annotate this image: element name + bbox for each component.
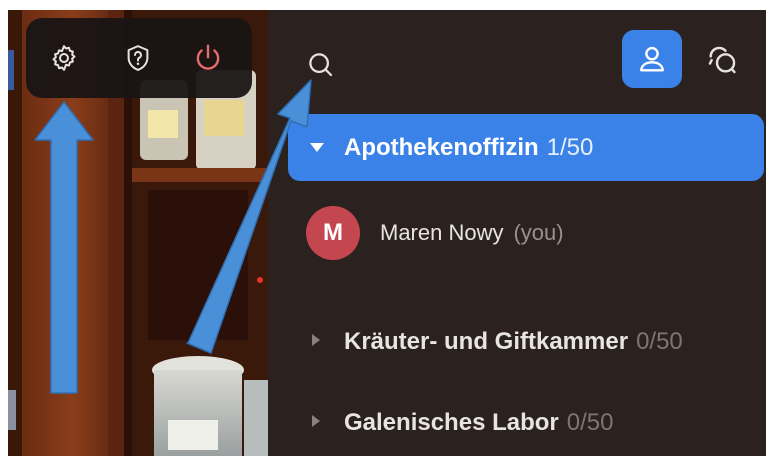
settings-button[interactable] — [46, 40, 82, 76]
channel-item-active[interactable]: Apothekenoffizin 1/50 — [288, 114, 764, 181]
channel-panel: Apothekenoffizin 1/50 M Maren Nowy (you) K… — [268, 10, 766, 456]
channel-name-row: Kräuter- und Giftkammer 0/50 — [344, 328, 683, 356]
channel-item[interactable]: Kräuter- und Giftkammer 0/50 — [288, 316, 748, 366]
people-icon — [640, 46, 664, 72]
channel-count: 0/50 — [636, 328, 683, 355]
channel-name: Apothekenoffizin — [344, 134, 539, 161]
channel-count: 0/50 — [566, 409, 614, 436]
search-button[interactable] — [304, 48, 338, 82]
user-list-item[interactable]: M Maren Nowy (you) — [306, 206, 746, 260]
power-button[interactable] — [190, 40, 226, 76]
channel-count: 1/50 — [546, 134, 594, 161]
help-button[interactable] — [120, 40, 156, 76]
help-icon — [127, 45, 149, 71]
user-self-tag: (you) — [513, 220, 564, 245]
channel-item[interactable]: Galenisches Labor 0/50 — [288, 397, 748, 447]
chat-icon — [708, 46, 736, 74]
channel-name: Kräuter- und Giftkammer — [344, 328, 629, 355]
channel-name-row: Galenisches Labor 0/50 — [344, 409, 613, 437]
user-name-row: Maren Nowy (you) — [380, 220, 564, 246]
people-tab-button[interactable] — [622, 30, 682, 88]
caret-right-icon[interactable] — [312, 334, 320, 346]
gear-icon — [52, 45, 76, 71]
avatar: M — [306, 206, 360, 260]
chat-tab-button[interactable] — [700, 40, 744, 80]
caret-right-icon[interactable] — [312, 415, 320, 427]
search-icon — [309, 53, 333, 77]
power-icon — [196, 44, 220, 70]
channel-name: Galenisches Labor — [344, 409, 559, 436]
channel-name-row: Apothekenoffizin 1/50 — [344, 134, 593, 162]
user-name: Maren Nowy — [380, 220, 504, 245]
caret-down-icon[interactable] — [310, 143, 324, 152]
floating-toolbar — [26, 18, 252, 98]
